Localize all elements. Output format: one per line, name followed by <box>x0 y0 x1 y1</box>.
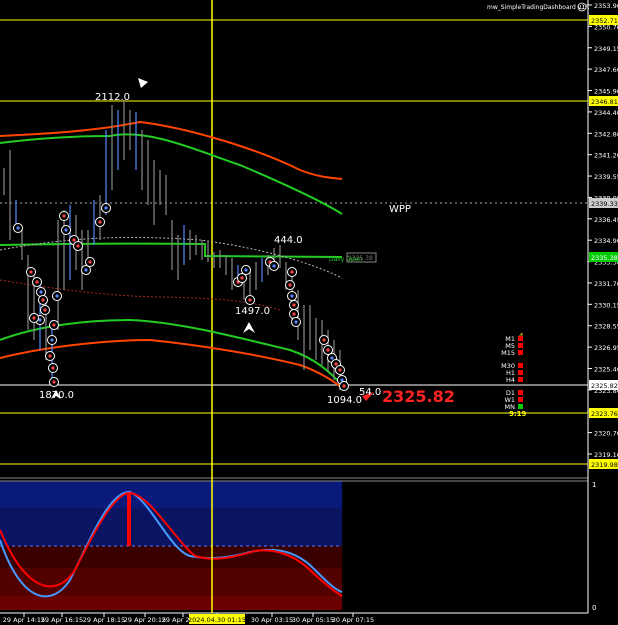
timeframe-status-square <box>518 363 523 368</box>
low-mid-value-label: 1497.0 <box>235 306 270 317</box>
bottom-value-label: 1094.0 <box>327 395 362 406</box>
timeframe-status-square <box>518 397 523 402</box>
signal-dot <box>288 283 292 287</box>
price-tick-label: 2331.70 <box>594 280 618 288</box>
price-tick-label: 2349.15 <box>594 45 618 53</box>
price-tick-label: 2325.40 <box>594 365 618 373</box>
timeframe-status-square <box>518 350 523 355</box>
timeframe-status-square <box>518 404 523 409</box>
price-tick-label: 2347.60 <box>594 66 618 74</box>
signal-dot <box>338 368 342 372</box>
price-tick-label: 2336.45 <box>594 216 618 224</box>
osc-signal-bar <box>127 493 131 546</box>
timeframe-status-square <box>518 343 523 348</box>
daily-open-box-value: 2335.38 <box>348 255 373 262</box>
timeframe-status-square <box>518 377 523 382</box>
price-tick-label: 2330.15 <box>594 301 618 309</box>
time-tick-label: 29 Apr 16:15 <box>41 616 83 624</box>
signal-dot <box>290 270 294 274</box>
signal-dot <box>62 214 66 218</box>
signal-dot <box>64 228 68 232</box>
timeframe-status-square <box>518 390 523 395</box>
signal-dot <box>48 354 52 358</box>
price-marker-label: 2323.76 <box>591 410 618 418</box>
mid-value-label: 444.0 <box>274 235 303 246</box>
osc-axis-top: 1 <box>592 481 596 489</box>
signal-dot <box>39 290 43 294</box>
price-marker-label: 2335.38 <box>591 254 618 262</box>
signal-dot <box>32 316 36 320</box>
signal-dot <box>290 294 294 298</box>
signal-dot <box>88 260 92 264</box>
timeframe-label: H4 <box>506 376 515 384</box>
signal-dot <box>76 244 80 248</box>
signal-dot <box>35 280 39 284</box>
dashboard-timer: 9:19 <box>509 410 527 418</box>
signal-dot <box>244 268 248 272</box>
price-tick-label: 2353.90 <box>594 2 618 10</box>
osc-band-top <box>0 481 342 508</box>
signal-dot <box>104 206 108 210</box>
price-tick-label: 2328.55 <box>594 323 618 331</box>
right-value-label: 54.0 <box>359 387 381 398</box>
signal-dot <box>240 276 244 280</box>
timeframe-label: MN <box>505 403 516 411</box>
price-marker-label: 2346.81 <box>591 98 618 106</box>
signal-dot <box>55 294 59 298</box>
indicator-title: mw_SimpleTradingDashboard v1R <box>487 4 589 11</box>
time-tick-label: 30 Apr 05:15 <box>292 616 334 624</box>
price-marker-label: 2352.71 <box>591 17 618 25</box>
timeframe-label: M15 <box>501 349 515 357</box>
timeframe-status-square <box>518 370 523 375</box>
signal-dot <box>292 312 296 316</box>
time-tick-label: 29 Apr 14:15 <box>3 616 45 624</box>
signal-dot <box>326 348 330 352</box>
high-value-label: 2112.0 <box>95 92 130 103</box>
signal-dot <box>334 362 338 366</box>
price-tick-label: 2341.20 <box>594 152 618 160</box>
time-tick-label: 30 Apr 03:15 <box>251 616 293 624</box>
price-marker-label: 2325.82 <box>591 382 618 390</box>
price-tick-label: 2320.70 <box>594 430 618 438</box>
signal-dot <box>50 338 54 342</box>
signal-dot <box>43 308 47 312</box>
trading-chart[interactable]: 1 0 2112.0 444.0 1497.0 1870.0 1094.0 54… <box>0 0 618 625</box>
time-tick-label: 29 Apr 18:15 <box>83 616 125 624</box>
price-tick-label: 2334.90 <box>594 237 618 245</box>
wpp-label: WPP <box>389 204 411 215</box>
price-tick-label: 2344.40 <box>594 109 618 117</box>
signal-dot <box>330 356 334 360</box>
signal-dot <box>16 226 20 230</box>
timeframe-status-square <box>518 336 523 341</box>
signal-dot <box>51 366 55 370</box>
signal-dot <box>98 220 102 224</box>
current-price-label: 2325.82 <box>382 387 455 406</box>
signal-dot <box>72 238 76 242</box>
low-left-value-label: 1870.0 <box>39 390 74 401</box>
signal-dot <box>84 268 88 272</box>
price-tick-label: 2319.10 <box>594 451 618 459</box>
signal-dot <box>292 303 296 307</box>
time-tick-label: 29 Apr 20:15 <box>124 616 166 624</box>
price-marker-label: 2319.98 <box>591 461 618 469</box>
price-marker-label: 2339.33 <box>591 200 618 208</box>
time-tick-label: 2024.04.30 01:15 <box>188 616 246 624</box>
signal-dot <box>294 320 298 324</box>
time-tick-label: 30 Apr 07:15 <box>332 616 374 624</box>
signal-dot <box>322 338 326 342</box>
osc-band-bottom <box>0 596 342 610</box>
signal-dot <box>52 323 56 327</box>
price-tick-label: 2345.90 <box>594 88 618 96</box>
signal-dot <box>248 298 252 302</box>
signal-dot <box>29 270 33 274</box>
signal-dot <box>52 380 56 384</box>
signal-dot <box>342 384 346 388</box>
price-tick-label: 2342.80 <box>594 130 618 138</box>
price-tick-label: 2339.55 <box>594 173 618 181</box>
osc-band-low <box>0 568 342 596</box>
osc-axis-bottom: 0 <box>592 604 596 612</box>
signal-dot <box>272 264 276 268</box>
price-tick-label: 2326.95 <box>594 344 618 352</box>
signal-dot <box>41 298 45 302</box>
